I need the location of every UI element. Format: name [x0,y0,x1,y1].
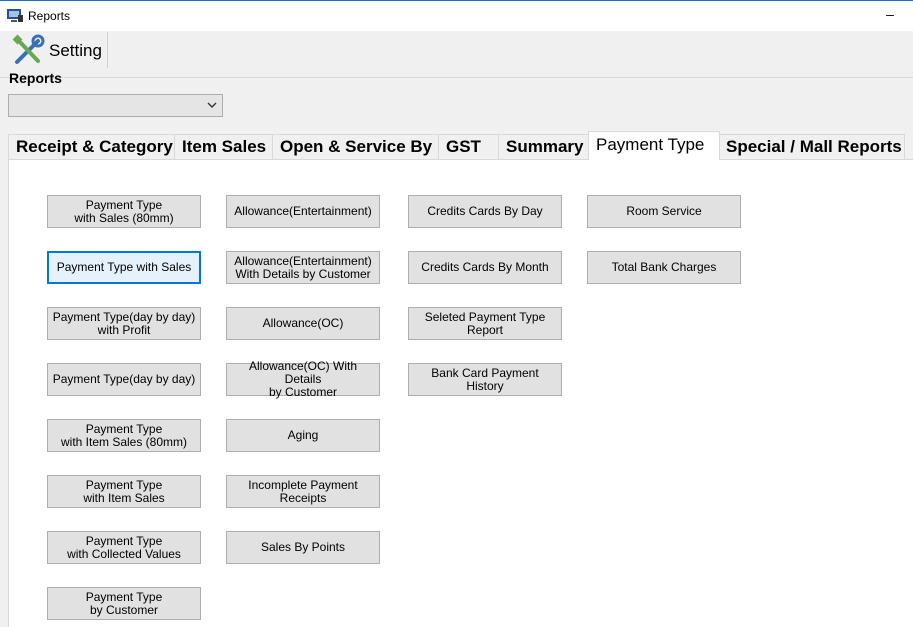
title-bar: Reports – [0,0,913,31]
tab-gst[interactable]: GST [438,134,499,159]
chevron-down-icon [207,102,217,108]
minimize-button[interactable]: – [878,5,902,25]
allowance-entertainment-details-button[interactable]: Allowance(Entertainment) With Details by… [226,251,380,284]
setting-label: Setting [49,41,102,60]
payment-type-with-item-sales-button[interactable]: Payment Type with Item Sales [47,475,201,508]
bank-card-payment-history-button[interactable]: Bank Card Payment History [408,363,562,396]
tab-summary[interactable]: Summary [498,134,590,159]
tab-receipt-category[interactable]: Receipt & Category [8,134,175,159]
tab-open-service-by[interactable]: Open & Service By [272,134,439,159]
tab-payment-type[interactable]: Payment Type [588,131,720,160]
total-bank-charges-button[interactable]: Total Bank Charges [587,251,741,284]
payment-type-with-collected-values-button[interactable]: Payment Type with Collected Values [47,531,201,564]
payment-type-day-by-day-button[interactable]: Payment Type(day by day) [47,363,201,396]
payment-type-with-item-sales-80mm-button[interactable]: Payment Type with Item Sales (80mm) [47,419,201,452]
allowance-oc-details-button[interactable]: Allowance(OC) With Details by Customer [226,360,380,399]
reports-label: Reports [9,70,62,86]
reports-dropdown[interactable] [8,94,223,117]
aging-button[interactable]: Aging [226,419,380,452]
app-icon [7,9,23,22]
window-title: Reports [28,9,71,23]
toolbar: Setting [0,31,913,69]
payment-type-by-customer-button[interactable]: Payment Type by Customer [47,587,201,620]
payment-type-with-sales-button[interactable]: Payment Type with Sales [47,251,201,284]
setting-button[interactable]: Setting [5,32,108,68]
sales-by-points-button[interactable]: Sales By Points [226,531,380,564]
payment-type-with-sales-80mm-button[interactable]: Payment Type with Sales (80mm) [47,195,201,228]
incomplete-payment-receipts-button[interactable]: Incomplete Payment Receipts [226,475,380,508]
allowance-oc-button[interactable]: Allowance(OC) [226,307,380,340]
tab-item-sales[interactable]: Item Sales [174,134,273,159]
room-service-button[interactable]: Room Service [587,195,741,228]
allowance-entertainment-button[interactable]: Allowance(Entertainment) [226,195,380,228]
credit-cards-by-day-button[interactable]: Credits Cards By Day [408,195,562,228]
tab-special-mall-reports[interactable]: Special / Mall Reports [718,134,905,159]
toolbar-divider [0,77,913,78]
payment-type-day-by-day-with-profit-button[interactable]: Payment Type(day by day) with Profit [47,307,201,340]
selected-payment-type-report-button[interactable]: Seleted Payment Type Report [408,307,562,340]
credit-cards-by-month-button[interactable]: Credits Cards By Month [408,251,562,284]
tools-icon [12,34,45,64]
